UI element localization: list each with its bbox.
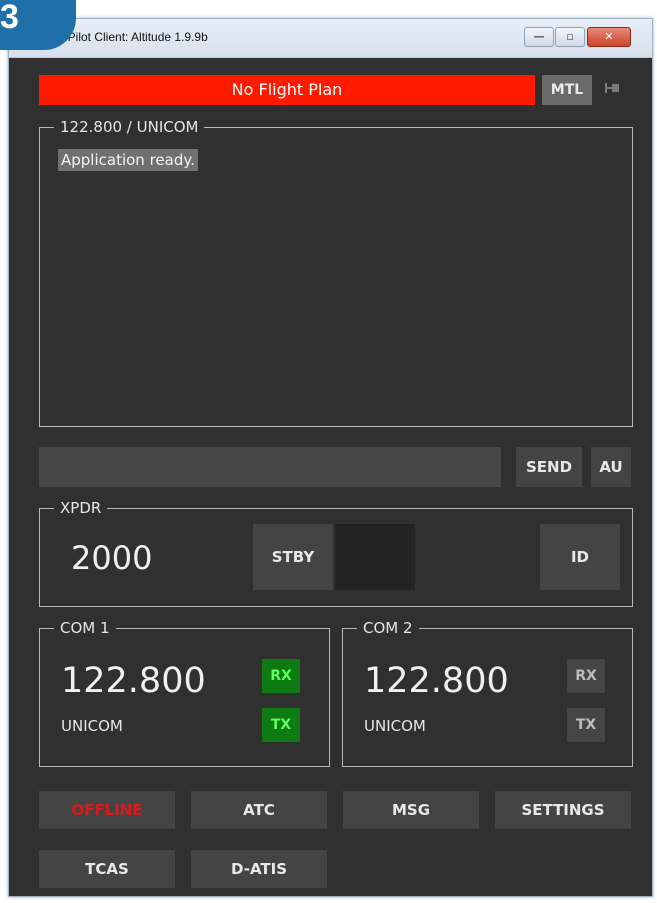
xpdr-mode-indicator[interactable] <box>335 524 415 590</box>
title-bar: AO Pilot Client: Altitude 1.9.9b — ▫ ✕ <box>9 19 652 58</box>
com2-tx-toggle[interactable]: TX <box>567 708 605 742</box>
ident-button[interactable]: ID <box>540 524 620 590</box>
com2-rx-toggle[interactable]: RX <box>567 659 605 693</box>
datis-button[interactable]: D-ATIS <box>191 850 327 888</box>
maximize-button[interactable]: ▫ <box>555 27 585 47</box>
settings-button[interactable]: SETTINGS <box>495 791 631 829</box>
offline-button[interactable]: OFFLINE <box>39 791 175 829</box>
chat-channel-label: 122.800 / UNICOM <box>54 118 205 136</box>
close-icon: ✕ <box>604 30 614 43</box>
com2-station: UNICOM <box>364 717 426 735</box>
com1-label: COM 1 <box>54 619 116 637</box>
msg-button[interactable]: MSG <box>343 791 479 829</box>
minimize-icon: — <box>533 30 545 43</box>
minimize-button[interactable]: — <box>524 27 554 47</box>
badge-text: 3 <box>0 0 19 36</box>
stby-button[interactable]: STBY <box>253 524 333 590</box>
atc-button[interactable]: ATC <box>191 791 327 829</box>
com1-frequency[interactable]: 122.800 <box>61 661 206 701</box>
pin-icon-graphic <box>605 83 619 93</box>
com1-station: UNICOM <box>61 717 123 735</box>
tcas-button[interactable]: TCAS <box>39 850 175 888</box>
maximize-icon: ▫ <box>566 30 574 43</box>
message-input[interactable] <box>39 447 501 487</box>
xpdr-label: XPDR <box>54 499 108 517</box>
close-button[interactable]: ✕ <box>587 27 631 47</box>
chat-message: Application ready. <box>58 149 198 171</box>
send-button[interactable]: SEND <box>516 447 582 487</box>
com2-frequency[interactable]: 122.800 <box>364 661 509 701</box>
au-button[interactable]: AU <box>591 447 631 487</box>
chat-panel: 122.800 / UNICOM <box>39 118 633 427</box>
xpdr-code[interactable]: 2000 <box>71 539 152 577</box>
pin-icon[interactable] <box>601 81 625 101</box>
com2-label: COM 2 <box>357 619 419 637</box>
app-window: AO Pilot Client: Altitude 1.9.9b — ▫ ✕ N… <box>8 18 653 897</box>
com1-tx-toggle[interactable]: TX <box>262 708 300 742</box>
flight-plan-status[interactable]: No Flight Plan <box>39 75 535 105</box>
com1-rx-toggle[interactable]: RX <box>262 659 300 693</box>
mtl-button[interactable]: MTL <box>542 75 592 105</box>
